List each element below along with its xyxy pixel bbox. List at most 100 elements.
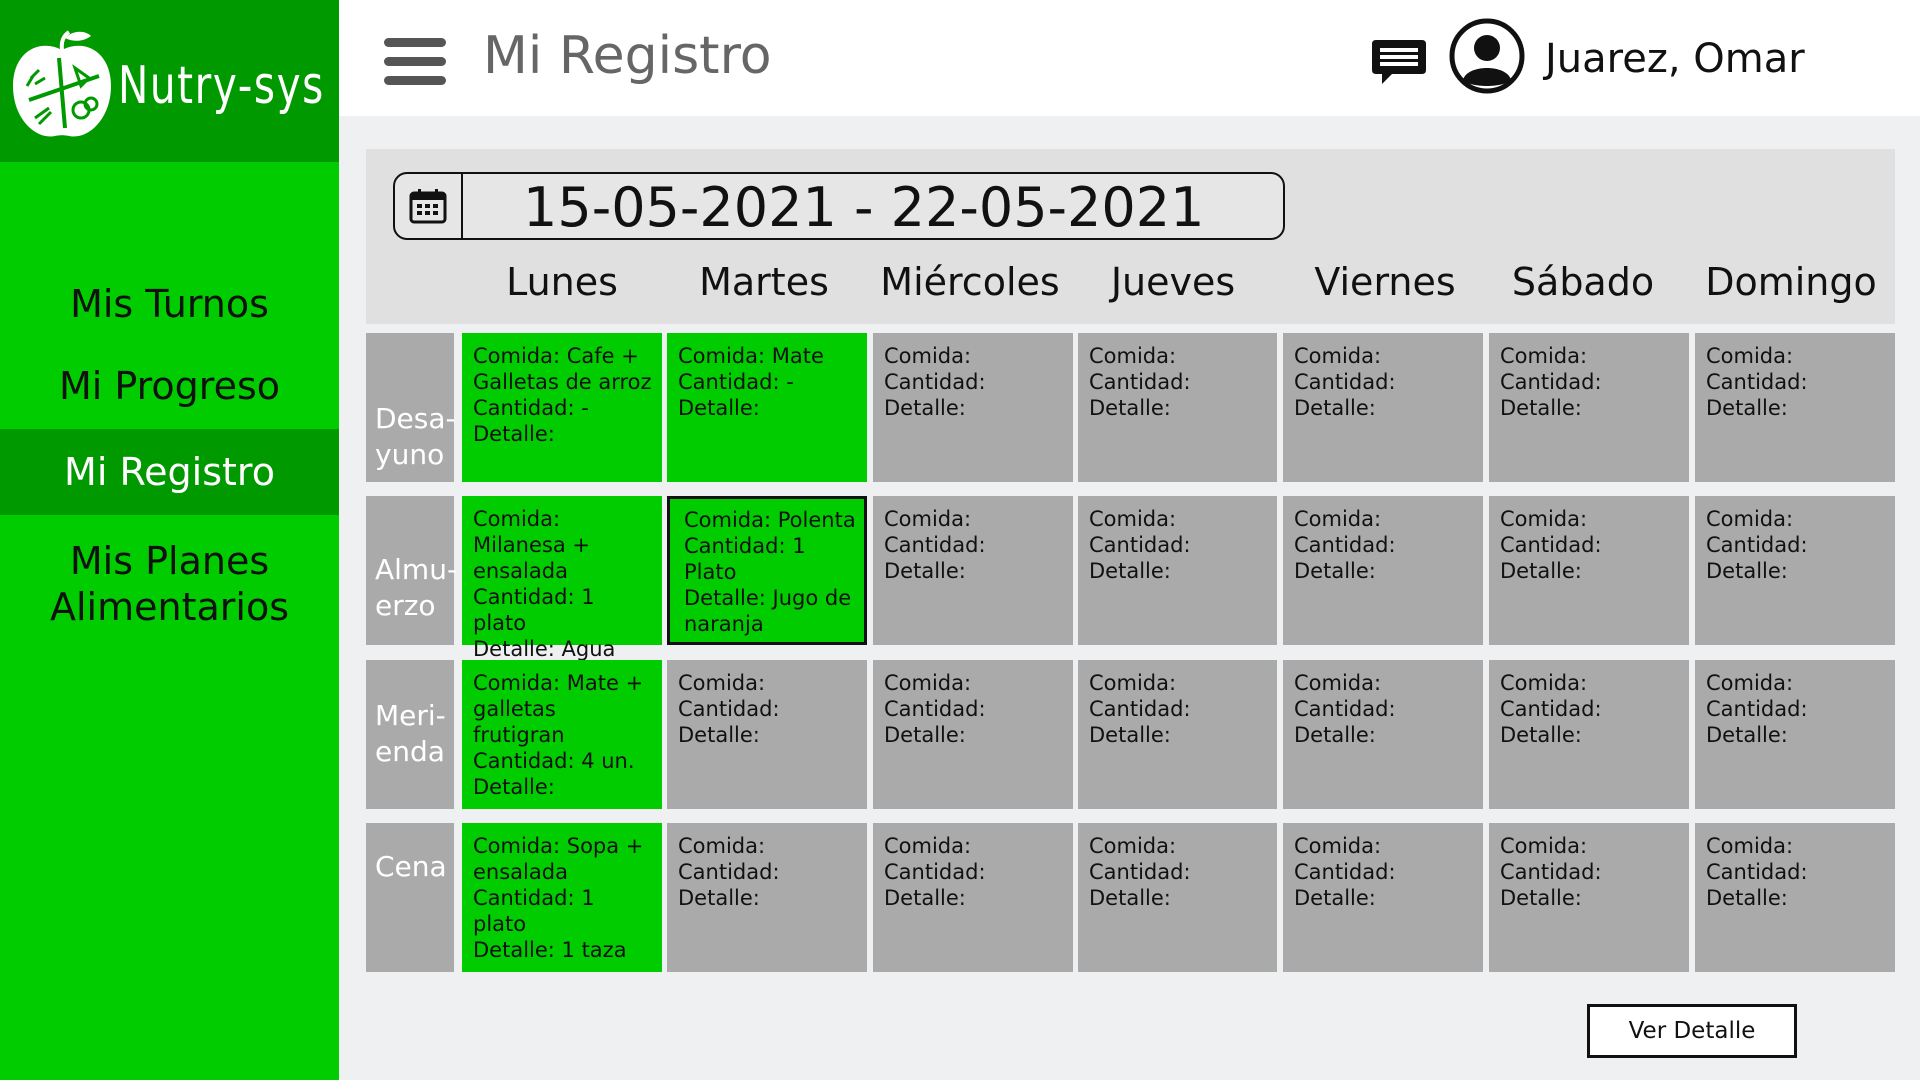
meal-label-line1: Almu- (375, 553, 458, 586)
meal-cell-line: Comida: (884, 834, 972, 858)
meal-cell-line: Cantidad: (884, 697, 986, 721)
meal-cell-cena-miercoles[interactable]: Comida: Cantidad: Detalle: (873, 823, 1073, 972)
meal-cell-line: Comida: (1706, 344, 1794, 368)
meal-label-line1: Cena (375, 850, 447, 883)
meal-cell-line: Cantidad: 4 un. (473, 749, 635, 773)
meal-cell-line: Cantidad: (1500, 697, 1602, 721)
meal-cell-almuerzo-lunes[interactable]: Comida: Milanesa + ensalada Cantidad: 1 pl… (462, 496, 662, 661)
meal-cell-cena-jueves[interactable]: Comida: Cantidad: Detalle: (1078, 823, 1277, 972)
meal-cell-merienda-domingo[interactable]: Comida: Cantidad: Detalle: (1695, 660, 1895, 809)
meal-cell-line: Detalle: (1089, 559, 1171, 583)
meal-label-line2: erzo (375, 589, 436, 622)
meal-cell-desayuno-miercoles[interactable]: Comida: Cantidad: Detalle: (873, 333, 1073, 482)
day-header-domingo: Domingo (1705, 260, 1877, 304)
meal-cell-merienda-sabado[interactable]: Comida: Cantidad: Detalle: (1489, 660, 1689, 809)
meal-cell-merienda-miercoles[interactable]: Comida: Cantidad: Detalle: (873, 660, 1073, 809)
apple-logo-icon (13, 30, 111, 137)
meal-cell-line: Detalle: Jugo de (684, 586, 852, 610)
meal-cell-line: Cantidad: (1294, 533, 1396, 557)
meal-cell-line: Detalle: (884, 559, 966, 583)
hamburger-menu-icon[interactable] (384, 38, 446, 86)
meal-cell-line: Comida: (1089, 344, 1177, 368)
meal-cell-line: Comida: Mate (678, 344, 824, 368)
meal-cell-cena-martes[interactable]: Comida: Cantidad: Detalle: (667, 823, 867, 972)
meal-cell-almuerzo-martes[interactable]: Comida: Polenta Cantidad: 1 Plato Detalle:… (667, 496, 867, 645)
meal-cell-line: Cantidad: (1706, 370, 1808, 394)
meal-label-line2: enda (375, 735, 445, 768)
meal-cell-desayuno-lunes[interactable]: Comida: Cafe + Galletas de arroz Cantidad:… (462, 333, 662, 482)
meal-cell-line: naranja (684, 612, 764, 636)
meal-cell-line: Detalle: (1089, 723, 1171, 747)
day-header-sabado: Sábado (1511, 260, 1655, 304)
sidebar: Nutry-sys Mis Turnos Mi Progreso Mi Regi… (0, 0, 339, 1080)
meal-cell-desayuno-viernes[interactable]: Comida: Cantidad: Detalle: (1283, 333, 1483, 482)
meal-cell-desayuno-martes[interactable]: Comida: Mate Cantidad: - Detalle: (667, 333, 867, 482)
chat-icon[interactable] (1370, 36, 1428, 88)
meal-cell-line: Comida: Milanesa + (473, 507, 590, 557)
meal-cell-merienda-lunes[interactable]: Comida: Mate + galletas frutigran Cantidad… (462, 660, 662, 809)
meal-cell-line: Cantidad: (884, 370, 986, 394)
meal-cell-line: galletas frutigran (473, 697, 565, 747)
meal-cell-line: Comida: Polenta (684, 508, 856, 532)
date-range-picker[interactable]: 15-05-2021 - 22-05-2021 (393, 172, 1285, 240)
meal-cell-merienda-jueves[interactable]: Comida: Cantidad: Detalle: (1078, 660, 1277, 809)
meal-cell-line: Comida: (1500, 834, 1588, 858)
sidebar-item-mi-registro[interactable]: Mi Registro (0, 429, 339, 515)
meal-cell-line: Detalle: (1294, 886, 1376, 910)
meal-cell-cena-viernes[interactable]: Comida: Cantidad: Detalle: (1283, 823, 1483, 972)
meal-cell-line: Detalle: (1706, 723, 1788, 747)
page-title: Mi Registro (483, 26, 772, 86)
meal-cell-line: Detalle: (1500, 396, 1582, 420)
meal-cell-desayuno-sabado[interactable]: Comida: Cantidad: Detalle: (1489, 333, 1689, 482)
date-range-text: 15-05-2021 - 22-05-2021 (523, 176, 1205, 239)
meal-cell-desayuno-jueves[interactable]: Comida: Cantidad: Detalle: (1078, 333, 1277, 482)
meal-cell-almuerzo-domingo[interactable]: Comida: Cantidad: Detalle: (1695, 496, 1895, 645)
meal-cell-line: ensalada (473, 559, 568, 583)
meal-cell-line: Detalle: (1500, 723, 1582, 747)
meal-cell-almuerzo-jueves[interactable]: Comida: Cantidad: Detalle: (1078, 496, 1277, 645)
meal-label-cena: Cena (366, 823, 454, 972)
sidebar-item-label-line2: Alimentarios (49, 585, 289, 629)
user-name[interactable]: Juarez, Omar (1545, 36, 1805, 82)
meal-cell-merienda-viernes[interactable]: Comida: Cantidad: Detalle: (1283, 660, 1483, 809)
meal-cell-line: Comida: (1294, 344, 1382, 368)
meal-cell-line: Detalle: (678, 723, 760, 747)
meal-cell-cena-sabado[interactable]: Comida: Cantidad: Detalle: (1489, 823, 1689, 972)
meal-cell-line: Detalle: (473, 422, 555, 446)
meal-cell-line: Cantidad: (1294, 697, 1396, 721)
app-name: Nutry-sys (118, 56, 325, 116)
day-header-viernes: Viernes (1314, 260, 1456, 304)
meal-cell-line: Comida: (1706, 834, 1794, 858)
sidebar-item-mis-planes-alimentarios[interactable]: Mis Planes Alimentarios (0, 538, 339, 638)
meal-label-desayuno: Desa- yuno (366, 333, 456, 482)
meal-cell-cena-domingo[interactable]: Comida: Cantidad: Detalle: (1695, 823, 1895, 972)
sidebar-item-mi-progreso[interactable]: Mi Progreso (0, 356, 339, 426)
meal-cell-cena-lunes[interactable]: Comida: Sopa + ensalada Cantidad: 1 plato D… (462, 823, 662, 972)
meal-cell-line: Comida: Sopa + (473, 834, 644, 858)
meal-cell-line: Cantidad: (1089, 860, 1191, 884)
user-avatar-icon[interactable] (1449, 18, 1525, 94)
meal-cell-line: Cantidad: (1294, 860, 1396, 884)
logo[interactable]: Nutry-sys (0, 0, 339, 162)
meal-cell-almuerzo-viernes[interactable]: Comida: Cantidad: Detalle: (1283, 496, 1483, 645)
meal-cell-line: Cantidad: - (678, 370, 794, 394)
meal-cell-line: Detalle: (1089, 886, 1171, 910)
ver-detalle-button[interactable]: Ver Detalle (1587, 1004, 1797, 1058)
meal-cell-line: Detalle: (1294, 396, 1376, 420)
meal-cell-line: Cantidad: (884, 533, 986, 557)
meal-cell-line: Detalle: (1294, 559, 1376, 583)
meal-cell-desayuno-domingo[interactable]: Comida: Cantidad: Detalle: (1695, 333, 1895, 482)
sidebar-item-mis-turnos[interactable]: Mis Turnos (0, 276, 339, 346)
meal-cell-line: Cantidad: (1500, 370, 1602, 394)
day-header-lunes: Lunes (506, 260, 618, 304)
meal-cell-almuerzo-sabado[interactable]: Comida: Cantidad: Detalle: (1489, 496, 1689, 645)
meal-cell-merienda-martes[interactable]: Comida: Cantidad: Detalle: (667, 660, 867, 809)
meal-cell-line: Comida: (1500, 344, 1588, 368)
meal-cell-almuerzo-miercoles[interactable]: Comida: Cantidad: Detalle: (873, 496, 1073, 645)
meal-cell-line: Cantidad: (1089, 370, 1191, 394)
meal-cell-line: Detalle: (1089, 396, 1171, 420)
day-header-martes: Martes (699, 260, 829, 304)
meal-cell-line: Detalle: (1706, 886, 1788, 910)
calendar-button[interactable] (395, 174, 463, 238)
meal-cell-line: Comida: (1500, 507, 1588, 531)
